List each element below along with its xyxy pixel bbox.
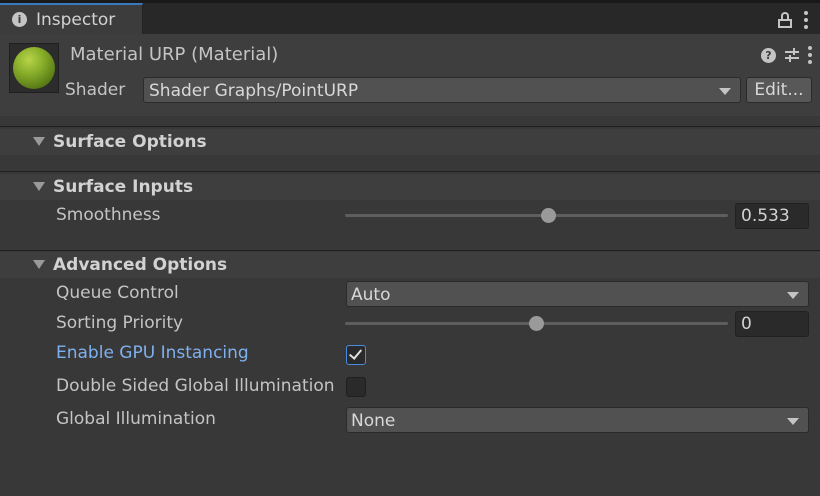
tab-inspector[interactable]: i Inspector xyxy=(0,3,143,34)
queue-control-dropdown[interactable]: Auto xyxy=(346,281,809,307)
sphere-preview-icon xyxy=(13,47,55,89)
gpu-instancing-checkbox[interactable] xyxy=(346,345,366,365)
divider xyxy=(0,126,820,127)
foldout-arrow-icon xyxy=(33,137,45,146)
divider xyxy=(0,171,820,172)
foldout-arrow-icon xyxy=(33,260,45,269)
gpu-instancing-label: Enable GPU Instancing xyxy=(56,343,249,363)
sorting-priority-value-field[interactable]: 0 xyxy=(735,311,809,337)
edit-shader-button[interactable]: Edit... xyxy=(746,77,812,103)
double-sided-gi-checkbox[interactable] xyxy=(346,377,366,397)
info-icon: i xyxy=(12,12,27,27)
section-surface-inputs[interactable]: Surface Inputs xyxy=(0,174,820,200)
shader-label: Shader xyxy=(65,80,126,100)
smoothness-label: Smoothness xyxy=(56,205,161,225)
chevron-down-icon xyxy=(787,292,799,299)
section-title: Surface Options xyxy=(53,132,207,152)
chevron-down-icon xyxy=(787,418,799,425)
kebab-menu-icon[interactable] xyxy=(804,11,808,29)
section-advanced-options[interactable]: Advanced Options xyxy=(0,252,820,278)
lock-icon[interactable] xyxy=(778,12,792,28)
tab-bar: i Inspector xyxy=(0,0,820,34)
queue-control-value: Auto xyxy=(351,285,391,305)
foldout-arrow-icon xyxy=(33,182,45,191)
preset-icon[interactable] xyxy=(785,48,799,62)
double-sided-gi-label: Double Sided Global Illumination xyxy=(56,376,335,396)
help-icon[interactable]: ? xyxy=(761,47,776,63)
section-title: Surface Inputs xyxy=(53,177,194,197)
material-preview xyxy=(9,43,59,93)
chevron-down-icon xyxy=(719,88,731,95)
global-illumination-label: Global Illumination xyxy=(56,409,216,429)
queue-control-label: Queue Control xyxy=(56,283,179,303)
shader-dropdown-value: Shader Graphs/PointURP xyxy=(149,81,359,101)
section-surface-options[interactable]: Surface Options xyxy=(0,129,820,155)
global-illumination-value: None xyxy=(351,411,396,431)
material-header: Material URP (Material) ? Shader Shader … xyxy=(0,34,820,116)
kebab-menu-icon[interactable] xyxy=(808,46,812,64)
checkmark-icon xyxy=(348,346,363,360)
smoothness-slider-track[interactable] xyxy=(345,214,728,217)
shader-dropdown[interactable]: Shader Graphs/PointURP xyxy=(143,77,741,103)
material-title: Material URP (Material) xyxy=(70,44,279,65)
global-illumination-dropdown[interactable]: None xyxy=(346,407,809,433)
section-title: Advanced Options xyxy=(53,255,228,275)
divider xyxy=(0,250,820,251)
smoothness-slider-thumb[interactable] xyxy=(541,208,557,223)
sorting-priority-label: Sorting Priority xyxy=(56,313,184,333)
smoothness-value-field[interactable]: 0.533 xyxy=(735,203,809,229)
tab-label: Inspector xyxy=(36,10,116,30)
sorting-priority-slider-thumb[interactable] xyxy=(529,316,544,331)
